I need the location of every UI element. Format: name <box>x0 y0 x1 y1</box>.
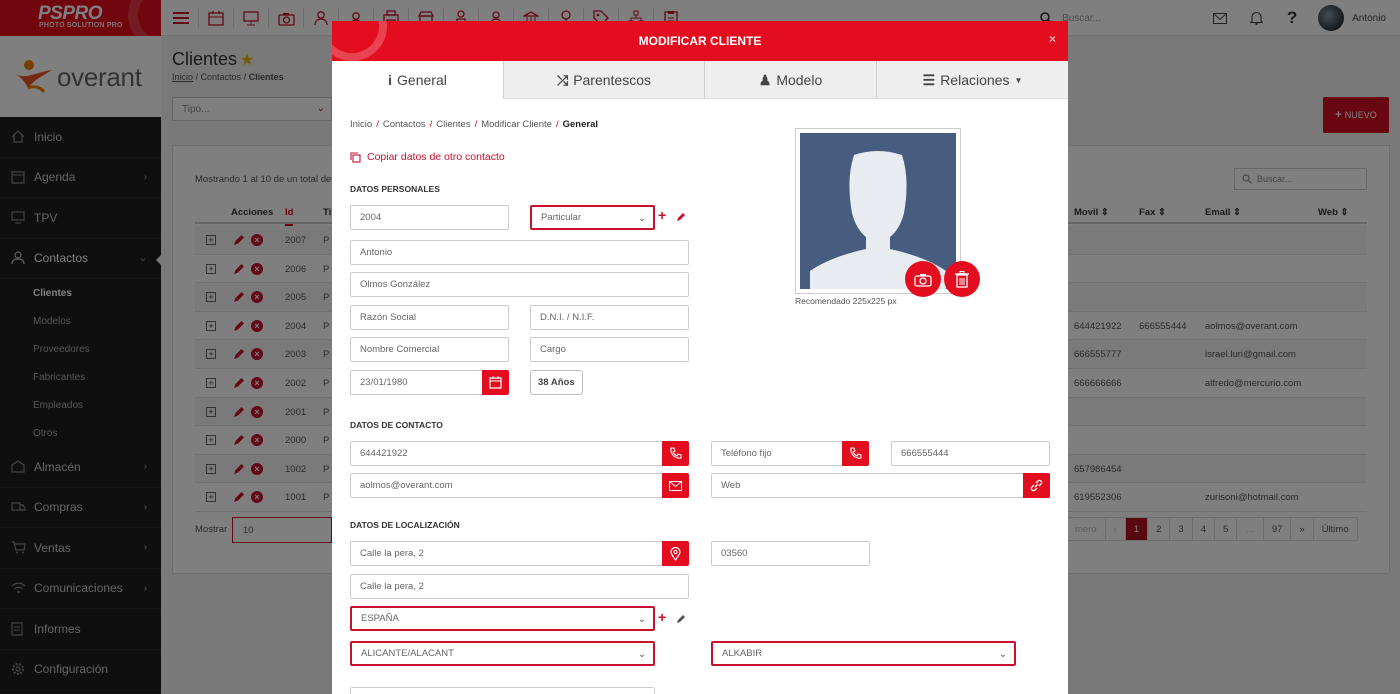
open-web-button[interactable] <box>1023 473 1050 498</box>
copy-contact-label: Copiar datos de otro contacto <box>367 151 505 163</box>
modal-breadcrumb-modificar[interactable]: Modificar Cliente <box>481 119 552 130</box>
chevron-down-icon: ⌄ <box>638 614 646 625</box>
section-location: DATOS DE LOCALIZACIÓN <box>350 520 460 530</box>
add-type-icon[interactable]: + <box>658 207 666 223</box>
company-name-field[interactable]: Razón Social <box>350 305 509 330</box>
tab-label: Modelo <box>776 72 823 88</box>
tab-relaciones[interactable]: ☰ Relaciones ▼ <box>877 61 1068 99</box>
add-country-icon[interactable]: + <box>658 609 666 625</box>
modal-breadcrumb: Inicio / Contactos / Clientes / Modificar Clie… <box>350 119 598 130</box>
mobile-field[interactable]: 644421922 <box>350 441 663 466</box>
position-field[interactable]: Cargo <box>530 337 689 362</box>
chevron-down-icon: ⌄ <box>638 213 646 224</box>
client-type-select[interactable]: Particular ⌄ <box>530 205 655 230</box>
trash-icon <box>955 270 969 288</box>
fax-field[interactable]: 666555444 <box>891 441 1050 466</box>
camera-icon <box>914 273 932 287</box>
edit-client-modal: MODIFICAR CLIENTE × i General ⤮ Parentes… <box>332 21 1068 694</box>
next-field[interactable] <box>350 687 655 694</box>
tab-modelo[interactable]: ♟ Modelo <box>705 61 877 99</box>
client-type-value: Particular <box>541 212 582 223</box>
email-field[interactable]: aolmos@overant.com <box>350 473 663 498</box>
modal-breadcrumb-contactos[interactable]: Contactos <box>383 119 426 130</box>
trade-name-field[interactable]: Nombre Comercial <box>350 337 509 362</box>
modal-tabs: i General ⤮ Parentescos ♟ Modelo ☰ Relac… <box>332 61 1068 99</box>
pencil-icon[interactable] <box>676 212 686 222</box>
delete-photo-button[interactable] <box>944 261 980 297</box>
tab-label: Parentescos <box>573 72 652 88</box>
send-email-button[interactable] <box>662 473 689 498</box>
province-value: ALICANTE/ALACANT <box>361 648 454 659</box>
tab-parentescos[interactable]: ⤮ Parentescos <box>504 61 705 99</box>
landline-field[interactable]: Teléfono fijo <box>711 441 844 466</box>
modal-title: MODIFICAR CLIENTE <box>638 34 762 48</box>
caret-down-icon: ▼ <box>1014 75 1023 85</box>
pencil-icon[interactable] <box>676 614 686 624</box>
shuffle-icon: ⤮ <box>556 71 569 88</box>
take-photo-button[interactable] <box>905 261 941 297</box>
map-pin-icon <box>670 546 681 561</box>
photo-recommendation: Recomendado 225x225 px <box>795 296 897 306</box>
web-field[interactable]: Web <box>711 473 1024 498</box>
address-line1-field[interactable]: Calle la pera, 2 <box>350 541 663 566</box>
address-line2-field[interactable]: Calle la pera, 2 <box>350 574 689 599</box>
call-mobile-button[interactable] <box>662 441 689 466</box>
call-landline-button[interactable] <box>842 441 869 466</box>
tab-general[interactable]: i General <box>332 61 504 99</box>
age-badge: 38 Años <box>530 370 583 395</box>
country-value: ESPAÑA <box>361 613 399 624</box>
dni-field[interactable]: D.N.I. / N.I.F. <box>530 305 689 330</box>
copy-icon <box>350 151 361 163</box>
modal-breadcrumb-inicio[interactable]: Inicio <box>350 119 372 130</box>
calendar-icon <box>489 376 502 389</box>
first-name-field[interactable]: Antonio <box>350 240 689 265</box>
phone-icon <box>670 447 682 459</box>
chevron-down-icon: ⌄ <box>638 649 646 660</box>
tab-label: Relaciones <box>940 72 1010 88</box>
city-select[interactable]: ALKABIR ⌄ <box>711 641 1016 666</box>
country-select[interactable]: ESPAÑA ⌄ <box>350 606 655 631</box>
list-icon: ☰ <box>922 71 936 88</box>
last-name-field[interactable]: Olmos González <box>350 272 689 297</box>
person-icon: ♟ <box>758 71 772 88</box>
show-map-button[interactable] <box>662 541 689 566</box>
modal-breadcrumb-clientes[interactable]: Clientes <box>436 119 470 130</box>
chevron-down-icon: ⌄ <box>999 649 1007 660</box>
tab-label: General <box>397 72 447 88</box>
info-icon: i <box>388 72 393 88</box>
birthdate-field[interactable]: 23/01/1980 <box>350 370 483 395</box>
modal-header: MODIFICAR CLIENTE × <box>332 21 1068 61</box>
close-icon[interactable]: × <box>1049 32 1056 46</box>
copy-contact-link[interactable]: Copiar datos de otro contacto <box>350 151 505 163</box>
client-code-field[interactable]: 2004 <box>350 205 509 230</box>
modal-breadcrumb-current: General <box>562 119 598 130</box>
section-contact: DATOS DE CONTACTO <box>350 420 443 430</box>
province-select[interactable]: ALICANTE/ALACANT ⌄ <box>350 641 655 666</box>
birthdate-picker-button[interactable] <box>482 370 509 395</box>
phone-icon <box>850 447 862 459</box>
section-personal: DATOS PERSONALES <box>350 184 440 194</box>
city-value: ALKABIR <box>722 648 763 659</box>
link-icon <box>1030 479 1043 492</box>
mail-icon <box>669 480 682 491</box>
postal-code-field[interactable]: 03560 <box>711 541 870 566</box>
